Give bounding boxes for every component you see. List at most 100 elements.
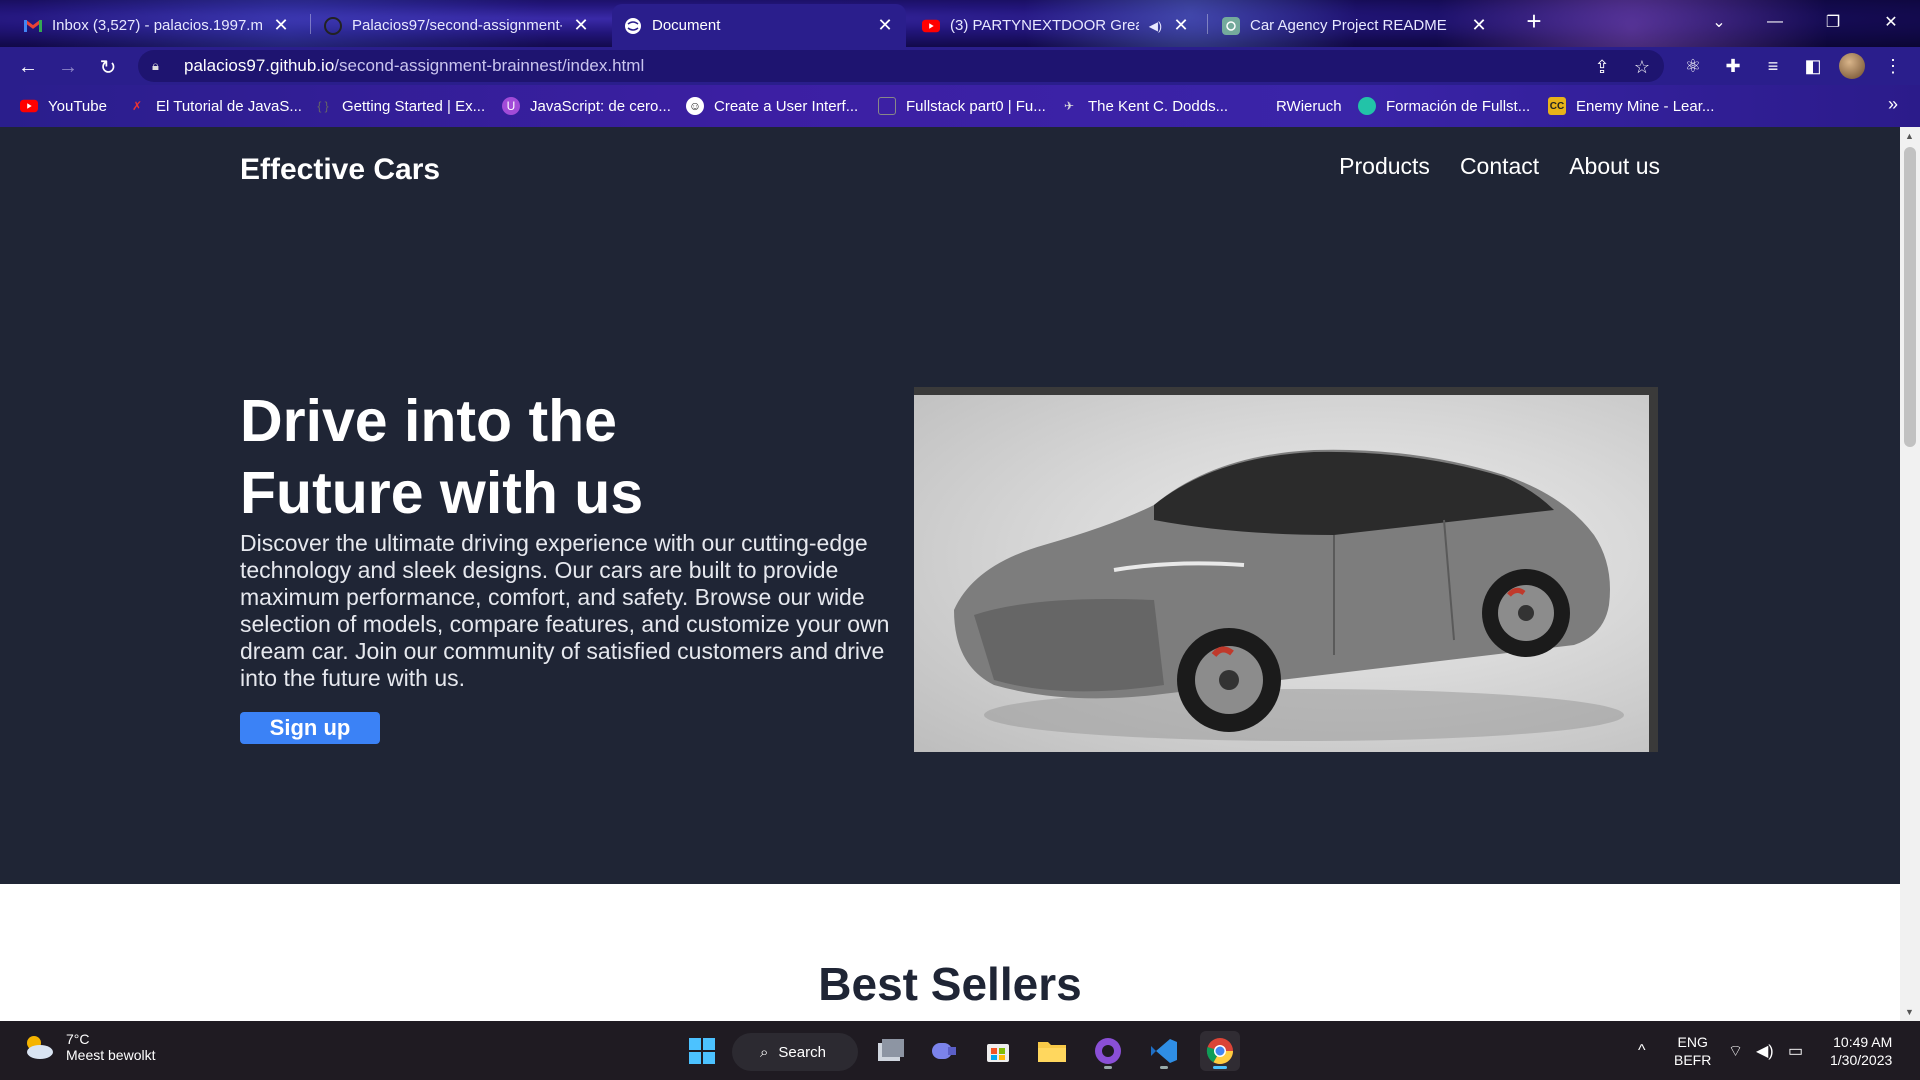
store-icon[interactable] <box>978 1031 1018 1071</box>
bookmark-item[interactable]: Fullstack part0 | Fu... <box>878 94 1046 118</box>
tab-search-icon[interactable]: ⌄ <box>1696 6 1742 38</box>
bookmark-icon: ☺ <box>686 97 704 115</box>
react-devtools-icon[interactable]: ⚛ <box>1679 52 1707 80</box>
bookmark-label: JavaScript: de cero... <box>530 97 671 115</box>
youtube-icon <box>20 97 38 115</box>
weather-temperature: 7°C <box>66 1031 90 1047</box>
file-explorer-icon[interactable] <box>1032 1031 1072 1071</box>
language-code: ENG <box>1677 1034 1708 1050</box>
minimize-button[interactable]: — <box>1752 6 1798 38</box>
tab-gmail[interactable]: Inbox (3,527) - palacios.1997.mig ✕ <box>12 4 302 47</box>
close-window-button[interactable]: ✕ <box>1868 6 1914 38</box>
new-tab-button[interactable]: + <box>1520 8 1548 36</box>
scrollbar-thumb[interactable] <box>1904 147 1916 447</box>
close-icon[interactable]: ✕ <box>272 15 290 36</box>
chrome-icon[interactable] <box>1200 1031 1240 1071</box>
windows-start-icon[interactable] <box>682 1031 722 1071</box>
github-desktop-icon[interactable] <box>1088 1031 1128 1071</box>
media-controls-icon[interactable]: ≡ <box>1759 52 1787 80</box>
bookmark-item[interactable]: ✗ El Tutorial de JavaS... <box>128 94 302 118</box>
bookmark-icon: CC <box>1548 97 1566 115</box>
bookmark-item[interactable]: RWieruch <box>1248 94 1342 118</box>
vscode-icon[interactable] <box>1144 1031 1184 1071</box>
bookmark-item[interactable]: U JavaScript: de cero... <box>502 94 671 118</box>
cloud-sun-icon <box>27 1036 53 1059</box>
search-icon: ⌕ <box>760 1043 769 1061</box>
forward-button[interactable]: → <box>54 53 82 81</box>
bookmark-item[interactable]: Formación de Fullst... <box>1358 94 1530 118</box>
bookmark-star-icon[interactable]: ☆ <box>1630 55 1654 79</box>
sign-up-button[interactable]: Sign up <box>240 712 380 744</box>
speaker-icon[interactable]: ◀) <box>1149 19 1162 33</box>
bookmarks-bar: YouTube ✗ El Tutorial de JavaS... { } Ge… <box>0 85 1920 127</box>
reload-button[interactable]: ↻ <box>94 53 122 81</box>
bookmark-label: The Kent C. Dodds... <box>1088 97 1229 115</box>
bookmark-item[interactable]: ✈ The Kent C. Dodds... <box>1060 94 1228 118</box>
chatgpt-icon <box>1222 16 1240 35</box>
scroll-down-arrow-icon[interactable]: ▼ <box>1905 1007 1914 1017</box>
address-bar[interactable]: 🔒︎ palacios97.github.io/second-assignmen… <box>138 50 1664 82</box>
tab-chatgpt[interactable]: Car Agency Project README ✕ <box>1210 4 1500 47</box>
close-icon[interactable]: ✕ <box>876 15 894 36</box>
scroll-up-arrow-icon[interactable]: ▲ <box>1905 131 1914 141</box>
lock-icon[interactable]: 🔒︎ <box>152 58 168 74</box>
task-view-icon[interactable] <box>870 1031 910 1071</box>
hero-car-image <box>914 395 1649 752</box>
bookmark-label: Create a User Interf... <box>714 97 859 115</box>
tab-title: Document <box>652 17 721 34</box>
tray-overflow-chevron-icon[interactable]: ^ <box>1638 1021 1646 1080</box>
keyboard-layout: BEFR <box>1674 1052 1712 1068</box>
tab-divider <box>1207 14 1208 34</box>
tab-title: Inbox (3,527) - palacios.1997.mig <box>52 17 262 34</box>
bookmark-item[interactable]: ☺ Create a User Interf... <box>686 94 858 118</box>
restore-button[interactable]: ❐ <box>1810 6 1856 38</box>
bookmark-icon: { } <box>317 99 329 113</box>
back-button[interactable]: ← <box>14 53 42 81</box>
nav-link-contact[interactable]: Contact <box>1460 153 1539 180</box>
bookmark-item[interactable]: CC Enemy Mine - Lear... <box>1548 94 1714 118</box>
side-panel-icon[interactable]: ◧ <box>1799 52 1827 80</box>
extensions-icon[interactable]: ✚ <box>1719 52 1747 80</box>
search-label: Search <box>778 1043 826 1061</box>
hero-headline: Drive into the Future with us <box>240 388 644 526</box>
menu-kebab-icon[interactable]: ⋮ <box>1879 52 1907 80</box>
close-icon[interactable]: ✕ <box>572 15 590 36</box>
hero-description: Discover the ultimate driving experience… <box>240 530 890 691</box>
volume-icon[interactable]: ◀) <box>1756 1021 1774 1080</box>
system-clock[interactable]: 10:49 AM 1/30/2023 <box>1830 1033 1892 1069</box>
gmail-icon <box>24 17 42 35</box>
wifi-icon[interactable]: ⌔ <box>1728 1021 1743 1080</box>
bookmark-icon <box>1248 97 1266 115</box>
bookmark-label: Formación de Fullst... <box>1386 97 1531 115</box>
tab-github[interactable]: Palacios97/second-assignment-b ✕ <box>312 4 602 47</box>
tab-document[interactable]: Document ✕ <box>612 4 906 47</box>
page-scrollbar[interactable]: ▲ ▼ <box>1900 127 1920 1021</box>
weather-widget[interactable]: 7°C Meest bewolkt <box>22 1031 155 1063</box>
site-nav: Products Contact About us <box>1339 153 1660 180</box>
battery-icon[interactable]: ▭ <box>1788 1021 1803 1080</box>
bookmarks-overflow-button[interactable]: » <box>1888 94 1898 115</box>
url-text: palacios97.github.io/second-assignment-b… <box>184 56 645 75</box>
tab-youtube[interactable]: (3) PARTYNEXTDOOR Greate ◀) ✕ <box>910 4 1202 47</box>
nav-link-about-us[interactable]: About us <box>1569 153 1660 180</box>
clock-time: 10:49 AM <box>1833 1034 1893 1050</box>
bookmark-label: Enemy Mine - Lear... <box>1576 97 1715 115</box>
share-icon[interactable]: ⇪ <box>1590 55 1614 79</box>
tab-divider <box>310 14 311 34</box>
taskbar-search[interactable]: ⌕ Search <box>732 1033 858 1071</box>
site-logo[interactable]: Effective Cars <box>240 153 440 187</box>
clock-date: 1/30/2023 <box>1830 1052 1893 1068</box>
close-icon[interactable]: ✕ <box>1470 15 1488 36</box>
teams-icon[interactable] <box>924 1031 964 1071</box>
best-sellers-heading: Best Sellers <box>818 958 1082 1010</box>
language-indicator[interactable]: ENG BEFR <box>1674 1033 1711 1069</box>
bookmark-icon <box>1358 97 1376 115</box>
running-indicator <box>1104 1066 1112 1069</box>
page-viewport: Effective Cars Products Contact About us… <box>0 127 1900 1021</box>
close-icon[interactable]: ✕ <box>1172 15 1190 36</box>
bookmark-youtube[interactable]: YouTube <box>20 94 107 118</box>
tab-title: Car Agency Project README <box>1250 17 1447 34</box>
nav-link-products[interactable]: Products <box>1339 153 1430 180</box>
profile-avatar[interactable] <box>1839 53 1865 79</box>
bookmark-item[interactable]: { } Getting Started | Ex... <box>314 94 485 118</box>
